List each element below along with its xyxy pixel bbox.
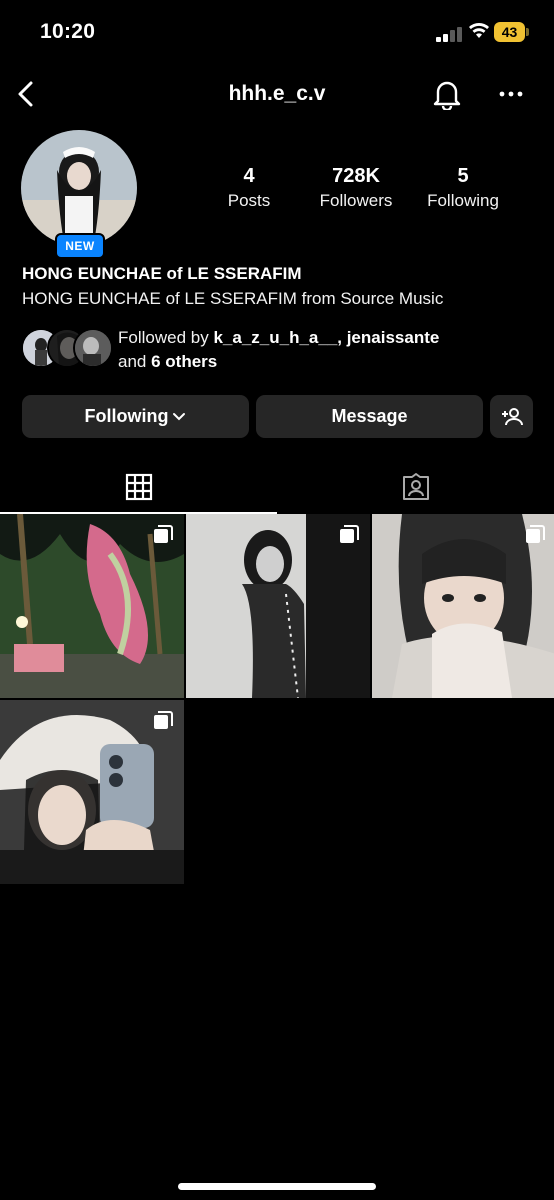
posts-stat[interactable]: 4 Posts [194, 163, 304, 213]
battery-level: 43 [494, 22, 525, 42]
chevron-down-icon [173, 412, 186, 420]
post-thumbnail-1[interactable] [0, 514, 184, 698]
profile-bio: HONG EUNCHAE of LE SSERAFIM from Source … [22, 289, 444, 308]
avatar [73, 328, 113, 368]
display-name: HONG EUNCHAE of LE SSERAFIM [22, 264, 302, 283]
tab-tagged[interactable] [277, 462, 554, 512]
mutual-followers-avatars[interactable] [21, 328, 113, 368]
home-indicator[interactable] [178, 1183, 376, 1190]
suggest-people-button[interactable] [490, 395, 533, 438]
message-button-label: Message [331, 406, 408, 426]
posts-label: Posts [227, 191, 271, 210]
message-button[interactable]: Message [256, 395, 483, 438]
multiple-photos-icon [340, 525, 359, 543]
followed-by-names[interactable]: k_a_z_u_h_a__, jenaissante [213, 328, 439, 347]
followers-stat[interactable]: 728K Followers [301, 163, 411, 213]
wifi-icon [468, 22, 490, 45]
add-person-icon [501, 407, 523, 425]
profile-username: hhh.e_c.v [228, 82, 326, 105]
cellular-signal-icon [436, 26, 462, 42]
followed-by-and: and [118, 352, 147, 371]
grid-icon [125, 473, 152, 501]
followed-by-others[interactable]: 6 others [151, 352, 217, 371]
status-time: 10:20 [40, 20, 96, 43]
post-thumbnail-4[interactable] [0, 700, 184, 884]
following-label: Following [427, 191, 499, 210]
following-button-label: Following [84, 406, 169, 426]
followers-count: 728K [332, 165, 380, 187]
post-thumbnail-2[interactable] [186, 514, 370, 698]
new-story-badge: NEW [55, 233, 105, 259]
posts-count: 4 [243, 165, 255, 187]
more-options-icon[interactable] [497, 82, 525, 111]
notification-bell-icon[interactable] [432, 78, 462, 115]
battery-icon: 43 [494, 22, 530, 42]
multiple-photos-icon [154, 711, 173, 729]
following-stat[interactable]: 5 Following [408, 163, 518, 213]
profile-avatar[interactable] [21, 130, 137, 246]
followed-by-prefix: Followed by [118, 328, 209, 347]
following-count: 5 [457, 165, 469, 187]
followers-label: Followers [319, 191, 393, 210]
tab-posts-grid[interactable] [0, 462, 277, 514]
tagged-person-icon [402, 473, 429, 500]
followed-by-text[interactable]: Followed by k_a_z_u_h_a__, jenaissante a… [118, 326, 538, 374]
following-button[interactable]: Following [22, 395, 249, 438]
multiple-photos-icon [154, 525, 173, 543]
post-thumbnail-3[interactable] [372, 514, 554, 698]
multiple-photos-icon [526, 525, 545, 543]
